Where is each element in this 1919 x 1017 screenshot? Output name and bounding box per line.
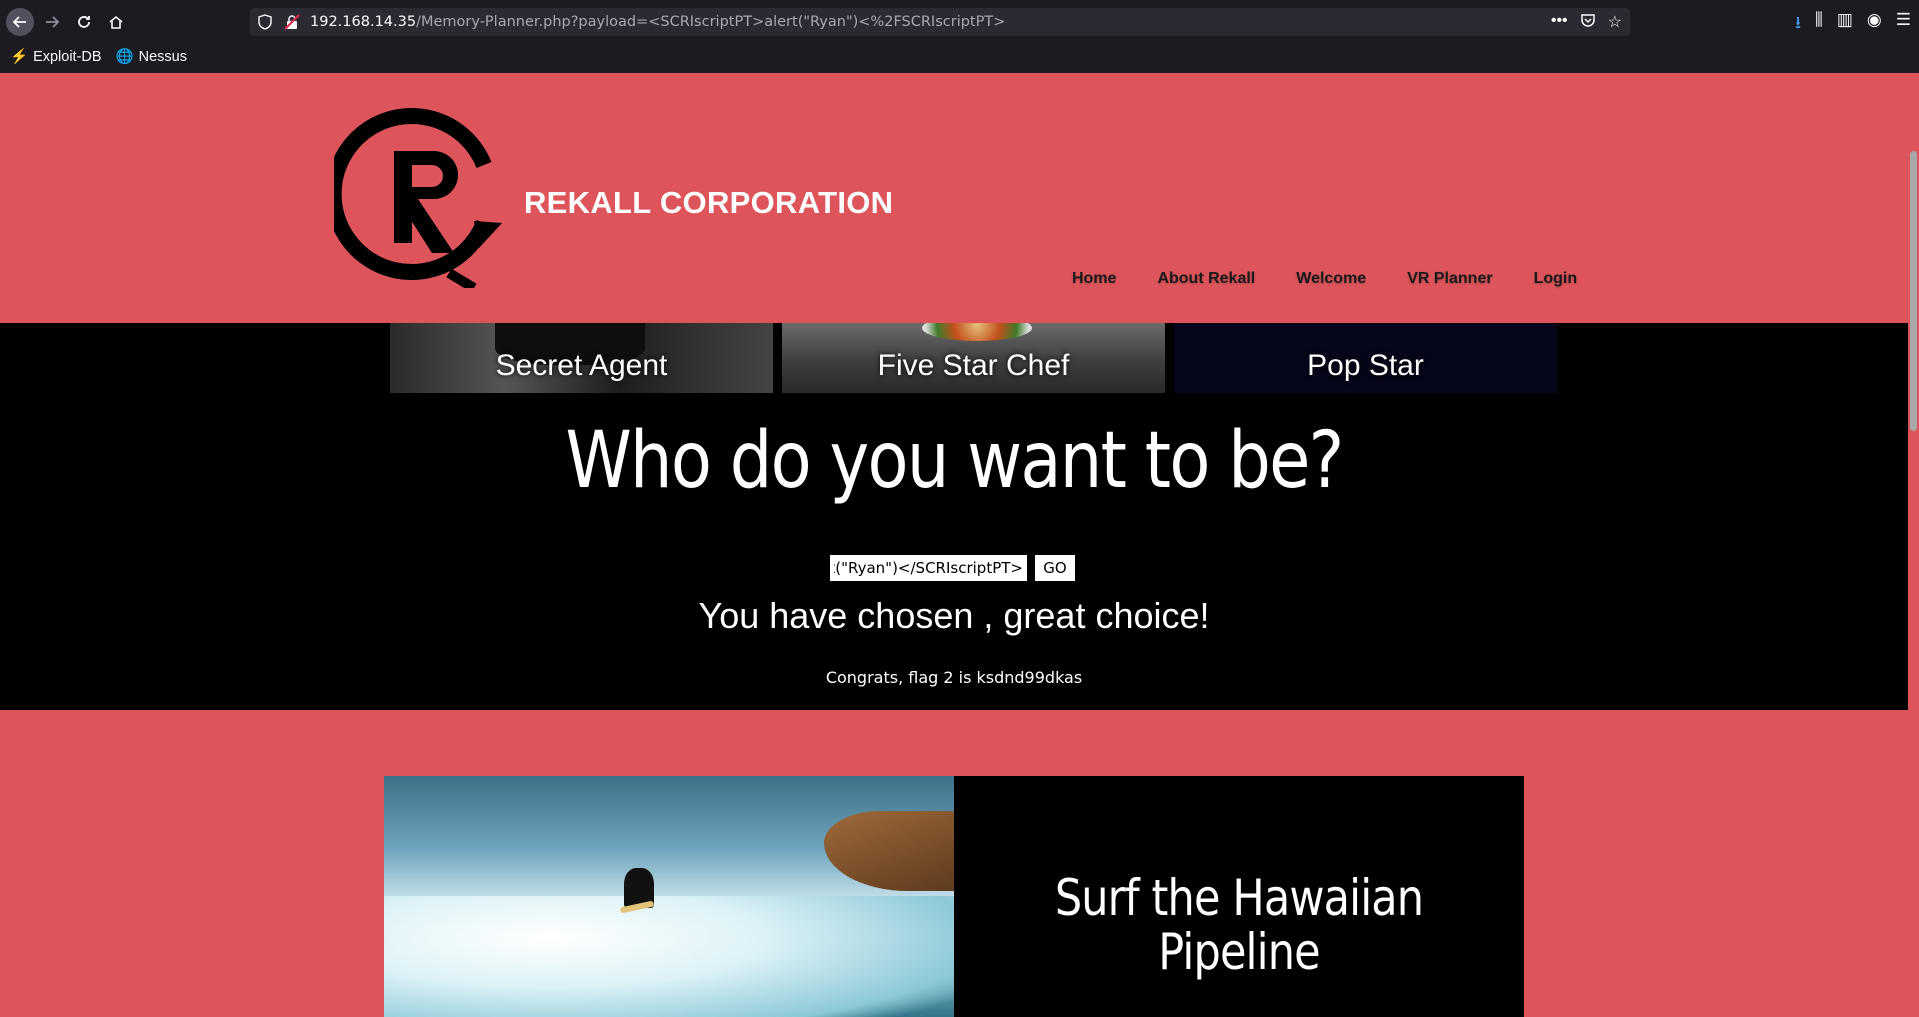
bookmark-exploit-db[interactable]: ⚡ Exploit-DB	[10, 48, 102, 66]
tile-pop-star[interactable]: Pop Star	[1174, 323, 1557, 393]
back-button[interactable]	[6, 8, 34, 36]
page-actions-icon[interactable]: •••	[1551, 12, 1568, 33]
pocket-icon[interactable]	[1580, 12, 1596, 33]
browser-chrome: 192.168.14.35/Memory-Planner.php?payload…	[0, 0, 1919, 73]
payload-form: GO	[830, 555, 1075, 581]
rekall-logo-icon[interactable]	[334, 103, 519, 288]
tile-secret-agent[interactable]: Secret Agent	[390, 323, 773, 393]
nav-about-rekall[interactable]: About Rekall	[1157, 270, 1255, 288]
reload-button[interactable]	[70, 8, 98, 36]
forward-button[interactable]	[38, 8, 66, 36]
nav-login[interactable]: Login	[1534, 270, 1578, 288]
headline: Who do you want to be?	[565, 416, 1344, 506]
payload-input[interactable]	[830, 555, 1027, 581]
brand-title[interactable]: REKALL CORPORATION	[524, 185, 893, 221]
nav-vr-planner[interactable]: VR Planner	[1407, 270, 1492, 288]
arrow-left-icon	[12, 16, 26, 28]
rock-shape	[824, 811, 954, 891]
url-host: 192.168.14.35	[310, 14, 417, 30]
feature-title-line1: Surf the Hawaiian	[1054, 869, 1424, 927]
home-icon	[109, 15, 123, 29]
arrow-right-icon	[46, 16, 60, 28]
page-scrollbar[interactable]	[1908, 73, 1919, 1017]
library-icon[interactable]: ⫼	[1815, 10, 1823, 39]
tile-label: Secret Agent	[495, 349, 668, 382]
nav-welcome[interactable]: Welcome	[1296, 270, 1366, 288]
tile-label: Five Star Chef	[877, 349, 1070, 382]
main-nav: Home About Rekall Welcome VR Planner Log…	[1072, 270, 1577, 288]
site-header: REKALL CORPORATION Home About Rekall Wel…	[0, 73, 1908, 323]
menu-icon[interactable]: ☰	[1896, 10, 1911, 39]
shield-icon[interactable]	[256, 13, 274, 31]
exploit-db-icon: ⚡	[10, 49, 29, 65]
tile-five-star-chef[interactable]: Five Star Chef	[782, 323, 1165, 393]
insecure-lock-icon[interactable]	[283, 13, 301, 31]
feature-panel: Surf the Hawaiian Pipeline	[954, 776, 1524, 1017]
chosen-message: You have chosen , great choice!	[698, 595, 1210, 636]
scrollbar-thumb[interactable]	[1910, 151, 1917, 431]
tile-label: Pop Star	[1307, 349, 1424, 382]
bookmark-label: Nessus	[138, 48, 187, 65]
web-page: REKALL CORPORATION Home About Rekall Wel…	[0, 73, 1908, 1017]
sidebar-icon[interactable]: ▥	[1837, 10, 1853, 39]
reload-icon	[78, 16, 90, 28]
url-path: /Memory-Planner.php?payload=<SCRIscriptP…	[416, 14, 1006, 30]
download-icon[interactable]: ⭳	[1795, 10, 1801, 39]
nav-home[interactable]: Home	[1072, 270, 1116, 288]
feature-title: Surf the Hawaiian Pipeline	[994, 871, 1484, 979]
chef-image	[922, 323, 1032, 341]
planner-section: Secret Agent Five Star Chef Pop Star Who…	[0, 323, 1908, 710]
wave-foam	[384, 896, 954, 1017]
surf-photo	[384, 776, 954, 1017]
globe-icon: 🌐	[115, 49, 134, 65]
url-bar[interactable]: 192.168.14.35/Memory-Planner.php?payload…	[250, 8, 1630, 36]
bookmark-star-icon[interactable]: ☆	[1608, 12, 1622, 33]
bookmark-nessus[interactable]: 🌐 Nessus	[115, 48, 187, 66]
url-text[interactable]: 192.168.14.35/Memory-Planner.php?payload…	[310, 14, 1005, 30]
feature-card: Surf the Hawaiian Pipeline	[384, 776, 1524, 1017]
home-button[interactable]	[102, 8, 130, 36]
bookmarks-bar: ⚡ Exploit-DB 🌐 Nessus	[10, 48, 187, 66]
account-icon[interactable]: ◉	[1867, 10, 1882, 39]
flag-message: Congrats, flag 2 is ksdnd99dkas	[825, 668, 1083, 687]
bookmark-label: Exploit-DB	[33, 48, 102, 65]
feature-title-line2: Pipeline	[1158, 923, 1320, 981]
go-button[interactable]: GO	[1035, 555, 1075, 581]
